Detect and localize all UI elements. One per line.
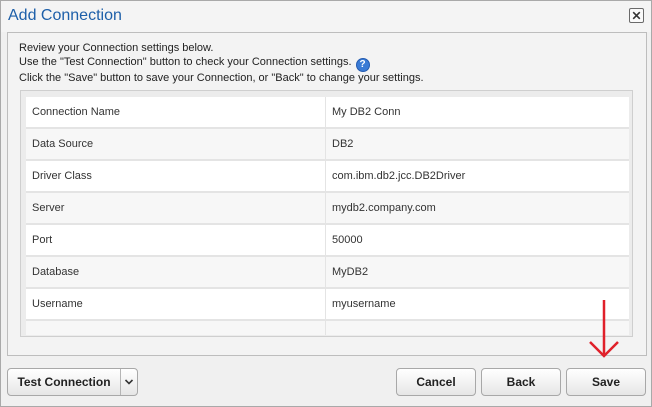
settings-panel: Review your Connection settings below. U… bbox=[7, 32, 647, 356]
dialog-title: Add Connection bbox=[8, 7, 122, 24]
instruction-line-2: Use the "Test Connection" button to chec… bbox=[19, 56, 424, 72]
setting-value: MyDB2 bbox=[332, 266, 369, 278]
table-row: Data Source DB2 bbox=[26, 129, 629, 161]
setting-value: 50000 bbox=[332, 234, 363, 246]
settings-table[interactable]: Connection Name My DB2 Conn Data Source … bbox=[20, 90, 633, 337]
setting-key bbox=[26, 321, 326, 335]
setting-key: Data Source bbox=[26, 129, 326, 159]
help-icon[interactable]: ? bbox=[355, 57, 370, 72]
table-row: Connection Name My DB2 Conn bbox=[26, 97, 629, 129]
instruction-line-1: Review your Connection settings below. bbox=[19, 42, 214, 54]
setting-value bbox=[326, 321, 629, 335]
setting-value: My DB2 Conn bbox=[332, 106, 401, 118]
table-row: Port 50000 bbox=[26, 225, 629, 257]
setting-value: DB2 bbox=[332, 138, 354, 150]
test-connection-split-button[interactable]: Test Connection bbox=[7, 368, 138, 396]
setting-value: com.ibm.db2.jcc.DB2Driver bbox=[332, 170, 466, 182]
setting-key: Connection Name bbox=[26, 97, 326, 127]
chevron-down-icon[interactable] bbox=[121, 369, 137, 395]
setting-key: Database bbox=[26, 257, 326, 287]
instruction-line-2-text: Use the "Test Connection" button to chec… bbox=[19, 55, 352, 68]
setting-key: Driver Class bbox=[26, 161, 326, 191]
table-row: Database MyDB2 bbox=[26, 257, 629, 289]
setting-value: myusername bbox=[332, 298, 396, 310]
save-button[interactable]: Save bbox=[566, 368, 646, 396]
setting-key: Port bbox=[26, 225, 326, 255]
cancel-button[interactable]: Cancel bbox=[396, 368, 476, 396]
red-arrow-annotation-icon bbox=[589, 300, 619, 358]
settings-table-body: Connection Name My DB2 Conn Data Source … bbox=[26, 97, 629, 335]
test-connection-button[interactable]: Test Connection bbox=[8, 369, 121, 395]
add-connection-dialog: Add Connection Review your Connection se… bbox=[0, 0, 652, 407]
table-row: Username myusername bbox=[26, 289, 629, 321]
setting-key: Server bbox=[26, 193, 326, 223]
instruction-line-3: Click the "Save" button to save your Con… bbox=[19, 71, 424, 84]
table-row bbox=[26, 321, 629, 335]
table-row: Driver Class com.ibm.db2.jcc.DB2Driver bbox=[26, 161, 629, 193]
setting-value: mydb2.company.com bbox=[332, 202, 436, 214]
dialog-titlebar: Add Connection bbox=[1, 1, 651, 32]
back-button[interactable]: Back bbox=[481, 368, 561, 396]
setting-key: Username bbox=[26, 289, 326, 319]
close-icon[interactable] bbox=[629, 8, 644, 23]
instructions: Review your Connection settings below. U… bbox=[19, 42, 424, 85]
table-row: Server mydb2.company.com bbox=[26, 193, 629, 225]
